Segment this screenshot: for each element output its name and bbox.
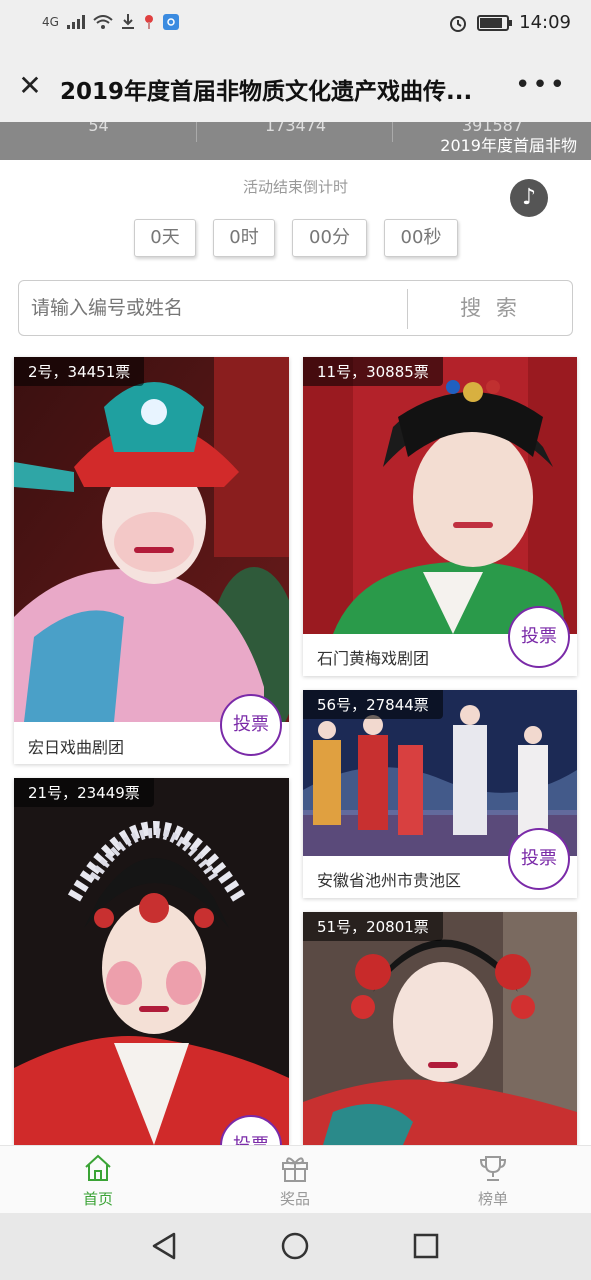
- wifi-icon: [93, 15, 113, 29]
- contestant-badge: 21号，23449票: [14, 778, 154, 807]
- download-icon: [121, 14, 134, 29]
- contestant-name: 安徽省池州市贵池区: [317, 871, 462, 890]
- contestant-card[interactable]: 56号，27844票 安徽省池州市贵池区 投票: [303, 690, 577, 898]
- network-type-label: 4G: [42, 15, 59, 29]
- system-nav-bar: [0, 1213, 591, 1280]
- tab-prizes-label: 奖品: [279, 1190, 310, 1208]
- contestant-photo[interactable]: [14, 357, 289, 722]
- contestant-badge: 2号，34451票: [14, 357, 145, 386]
- home-icon: [48, 1152, 148, 1184]
- countdown-days: 0天: [134, 219, 196, 257]
- countdown-timer: 0天 0时 00分 00秒: [0, 219, 591, 259]
- vote-button[interactable]: 投票: [508, 828, 570, 890]
- contestant-card[interactable]: 21号，23449票 投票: [14, 778, 289, 1145]
- marquee-text: 2019年度首届非物: [440, 136, 577, 155]
- home-circle-icon[interactable]: [279, 1230, 311, 1262]
- tab-ranking[interactable]: 榜单: [443, 1152, 543, 1209]
- contestant-badge: 11号，30885票: [303, 357, 443, 386]
- contestant-name: 石门黄梅戏剧团: [317, 649, 430, 668]
- back-icon[interactable]: [148, 1230, 180, 1262]
- stat-votes: 173474: [264, 122, 327, 135]
- countdown-label: 活动结束倒计时: [242, 178, 348, 196]
- search-button[interactable]: 搜 索: [408, 281, 573, 335]
- spacer: [0, 160, 591, 172]
- contestant-badge: 56号，27844票: [303, 690, 443, 719]
- status-icons-right: 14:09: [449, 12, 571, 33]
- status-icons-left: 4G: [42, 14, 179, 30]
- bottom-tab-bar: 首页 奖品 榜单: [0, 1145, 591, 1213]
- contestant-photo[interactable]: [14, 778, 289, 1145]
- vote-button[interactable]: 投票: [508, 606, 570, 668]
- countdown-seconds: 00秒: [384, 219, 458, 257]
- stats-strip: 54 173474 391587 2019年度首届非物: [0, 122, 591, 160]
- tab-ranking-label: 榜单: [477, 1190, 508, 1208]
- trophy-icon: [443, 1152, 543, 1184]
- recents-icon[interactable]: [410, 1230, 442, 1262]
- page-title: 2019年度首届非物质文化遗产戏曲传...: [60, 79, 473, 105]
- music-note-icon[interactable]: ♪: [510, 179, 548, 217]
- clock-time: 14:09: [519, 12, 571, 33]
- tab-home-label: 首页: [82, 1190, 113, 1208]
- contestant-photo[interactable]: [303, 912, 577, 1145]
- vote-button[interactable]: 投票: [220, 694, 282, 756]
- webview-title-bar: ✕ 2019年度首届非物质文化遗产戏曲传... •••: [0, 50, 591, 122]
- close-icon[interactable]: ✕: [16, 72, 44, 100]
- stat-participants: 54: [88, 122, 109, 135]
- tab-home[interactable]: 首页: [48, 1152, 148, 1209]
- countdown-hours: 0时: [213, 219, 275, 257]
- alarm-icon: [450, 15, 467, 32]
- contestant-badge: 51号，20801票: [303, 912, 443, 941]
- more-dots-icon[interactable]: •••: [515, 70, 567, 100]
- contestant-name: 宏日戏曲剧团: [28, 738, 125, 757]
- contestant-card[interactable]: 51号，20801票: [303, 912, 577, 1145]
- gift-icon: [245, 1152, 345, 1184]
- location-pin-icon: [144, 15, 153, 29]
- contestant-card[interactable]: 2号，34451票 宏日戏曲剧团 投票: [14, 357, 289, 764]
- contestant-photo[interactable]: [303, 357, 577, 634]
- app-notification-icon: [162, 14, 179, 30]
- countdown-minutes: 00分: [292, 219, 367, 257]
- search-input[interactable]: [31, 281, 401, 335]
- signal-icon: [66, 15, 85, 29]
- tab-prizes[interactable]: 奖品: [245, 1152, 345, 1209]
- stat-divider: [392, 122, 393, 142]
- status-bar: 4G 14:09: [0, 0, 591, 50]
- battery-icon: [477, 14, 513, 31]
- contestant-card[interactable]: 11号，30885票 石门黄梅戏剧团 投票: [303, 357, 577, 676]
- search-box: 搜 索: [18, 280, 573, 336]
